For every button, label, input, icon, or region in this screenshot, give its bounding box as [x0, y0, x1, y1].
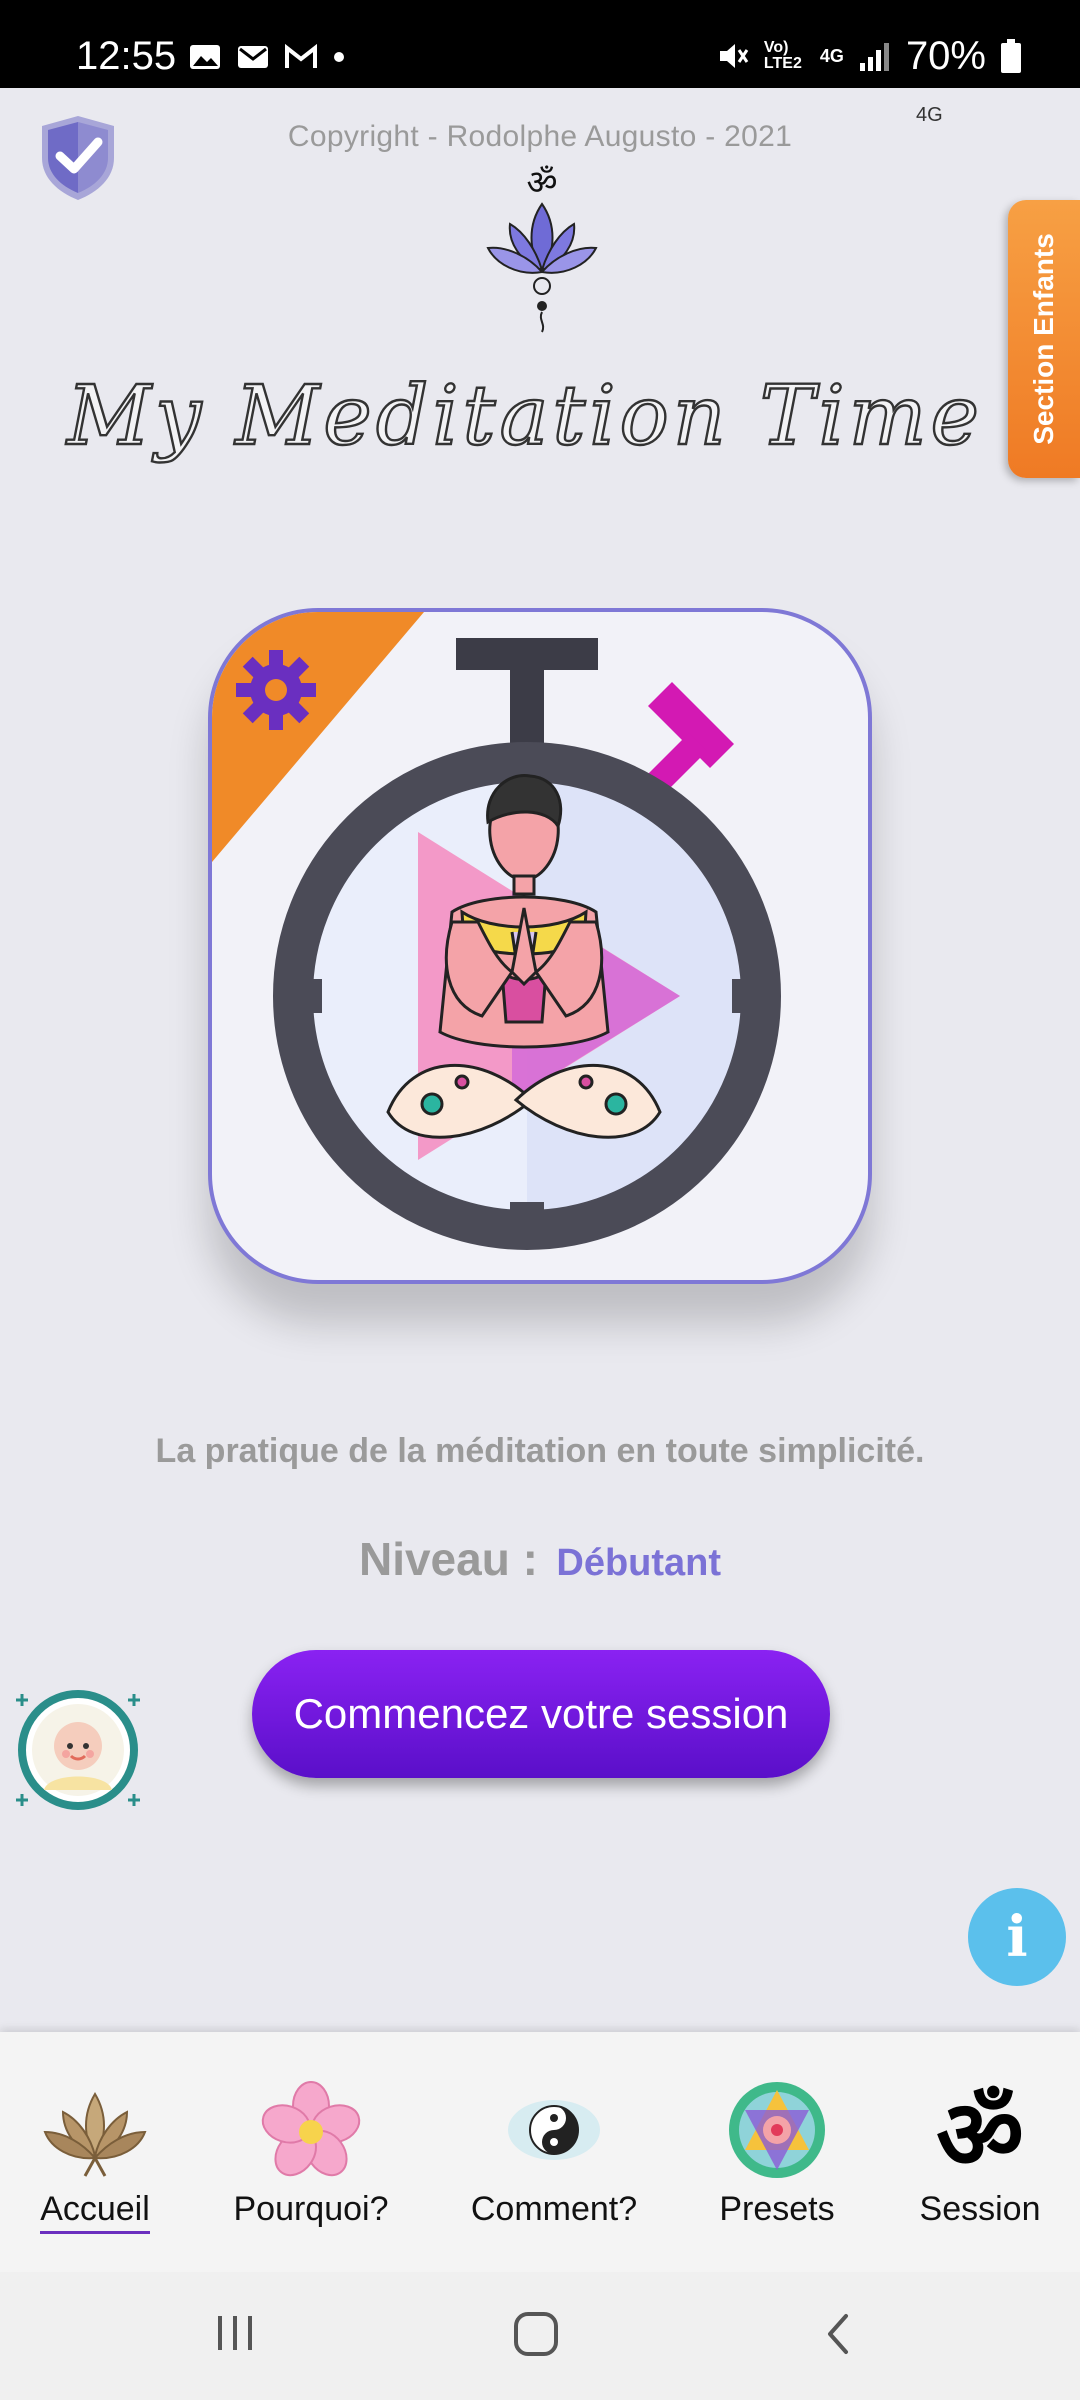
- battery-icon: [1001, 39, 1021, 73]
- nav-label-pourquoi: Pourquoi?: [233, 2190, 389, 2228]
- status-time: 12:55: [76, 34, 177, 78]
- nav-item-presets[interactable]: Presets: [712, 2076, 842, 2256]
- flower-icon: [261, 2081, 361, 2177]
- network-4g-label: 4G: [819, 45, 844, 66]
- kids-section-label: Section Enfants: [1028, 233, 1059, 445]
- om-icon: ॐ: [936, 2079, 1024, 2184]
- signal-icon: [859, 43, 889, 71]
- notification-icons: [188, 42, 346, 72]
- mandala-icon: [729, 2082, 825, 2178]
- level-label: Niveau :: [358, 1533, 538, 1585]
- svg-text:My Meditation Time: My Meditation Time: [65, 369, 983, 464]
- yin-yang-icon: [508, 2100, 600, 2160]
- nav-label-accueil: Accueil: [40, 2190, 150, 2234]
- gallery-icon: [190, 45, 220, 69]
- start-session-button[interactable]: Commencez votre session: [252, 1650, 830, 1778]
- nav-item-pourquoi[interactable]: Pourquoi?: [226, 2076, 396, 2256]
- status-right: Vo) LTE2 4G 70%: [716, 36, 1022, 76]
- nav-label-presets: Presets: [719, 2190, 835, 2228]
- bottom-navigation: Accueil Pourquoi? Comment? Presets ॐ Ses…: [0, 2032, 1080, 2272]
- level-row[interactable]: Niveau : Débutant: [0, 1532, 1080, 1586]
- nav-item-comment[interactable]: Comment?: [464, 2076, 644, 2256]
- lotus-icon: [43, 2092, 147, 2177]
- system-navigation-bar: [0, 2272, 1080, 2400]
- kids-section-tab[interactable]: Section Enfants: [1008, 200, 1080, 478]
- kids-avatar-icon[interactable]: [8, 1680, 148, 1820]
- copyright-text: Copyright - Rodolphe Augusto - 2021: [287, 120, 793, 153]
- info-button[interactable]: i: [968, 1888, 1066, 1986]
- svg-text:ॐ: ॐ: [526, 163, 557, 203]
- network-lte-label: Vo) LTE2: [763, 39, 802, 72]
- gmail-icon: [285, 43, 317, 68]
- mail-icon: [238, 46, 268, 68]
- home-icon[interactable]: [512, 2310, 560, 2358]
- settings-gear-icon: [236, 650, 316, 730]
- recent-apps-icon[interactable]: [212, 2310, 258, 2356]
- status-bar: 12:55 Vo) LTE2 4G 70%: [0, 0, 1080, 88]
- svg-text:ॐ: ॐ: [936, 2079, 1024, 2184]
- nav-label-session: Session: [919, 2190, 1041, 2228]
- nav-item-session[interactable]: ॐ Session: [910, 2076, 1050, 2256]
- tagline-text: La pratique de la méditation en toute si…: [155, 1432, 925, 1470]
- battery-percent: 70%: [905, 34, 986, 78]
- dot-icon: [334, 52, 344, 62]
- back-icon[interactable]: [818, 2310, 858, 2358]
- nav-item-accueil[interactable]: Accueil: [30, 2076, 160, 2256]
- meditation-timer-card[interactable]: [208, 608, 872, 1284]
- info-icon: i: [1006, 1904, 1028, 1970]
- level-value[interactable]: Débutant: [556, 1542, 721, 1584]
- meditation-timer-illustration: [212, 612, 781, 1250]
- app-title: My Meditation Time: [64, 368, 983, 465]
- nav-label-comment: Comment?: [470, 2190, 638, 2228]
- mute-icon: [719, 44, 749, 68]
- om-lotus-logo: ॐ: [486, 163, 598, 333]
